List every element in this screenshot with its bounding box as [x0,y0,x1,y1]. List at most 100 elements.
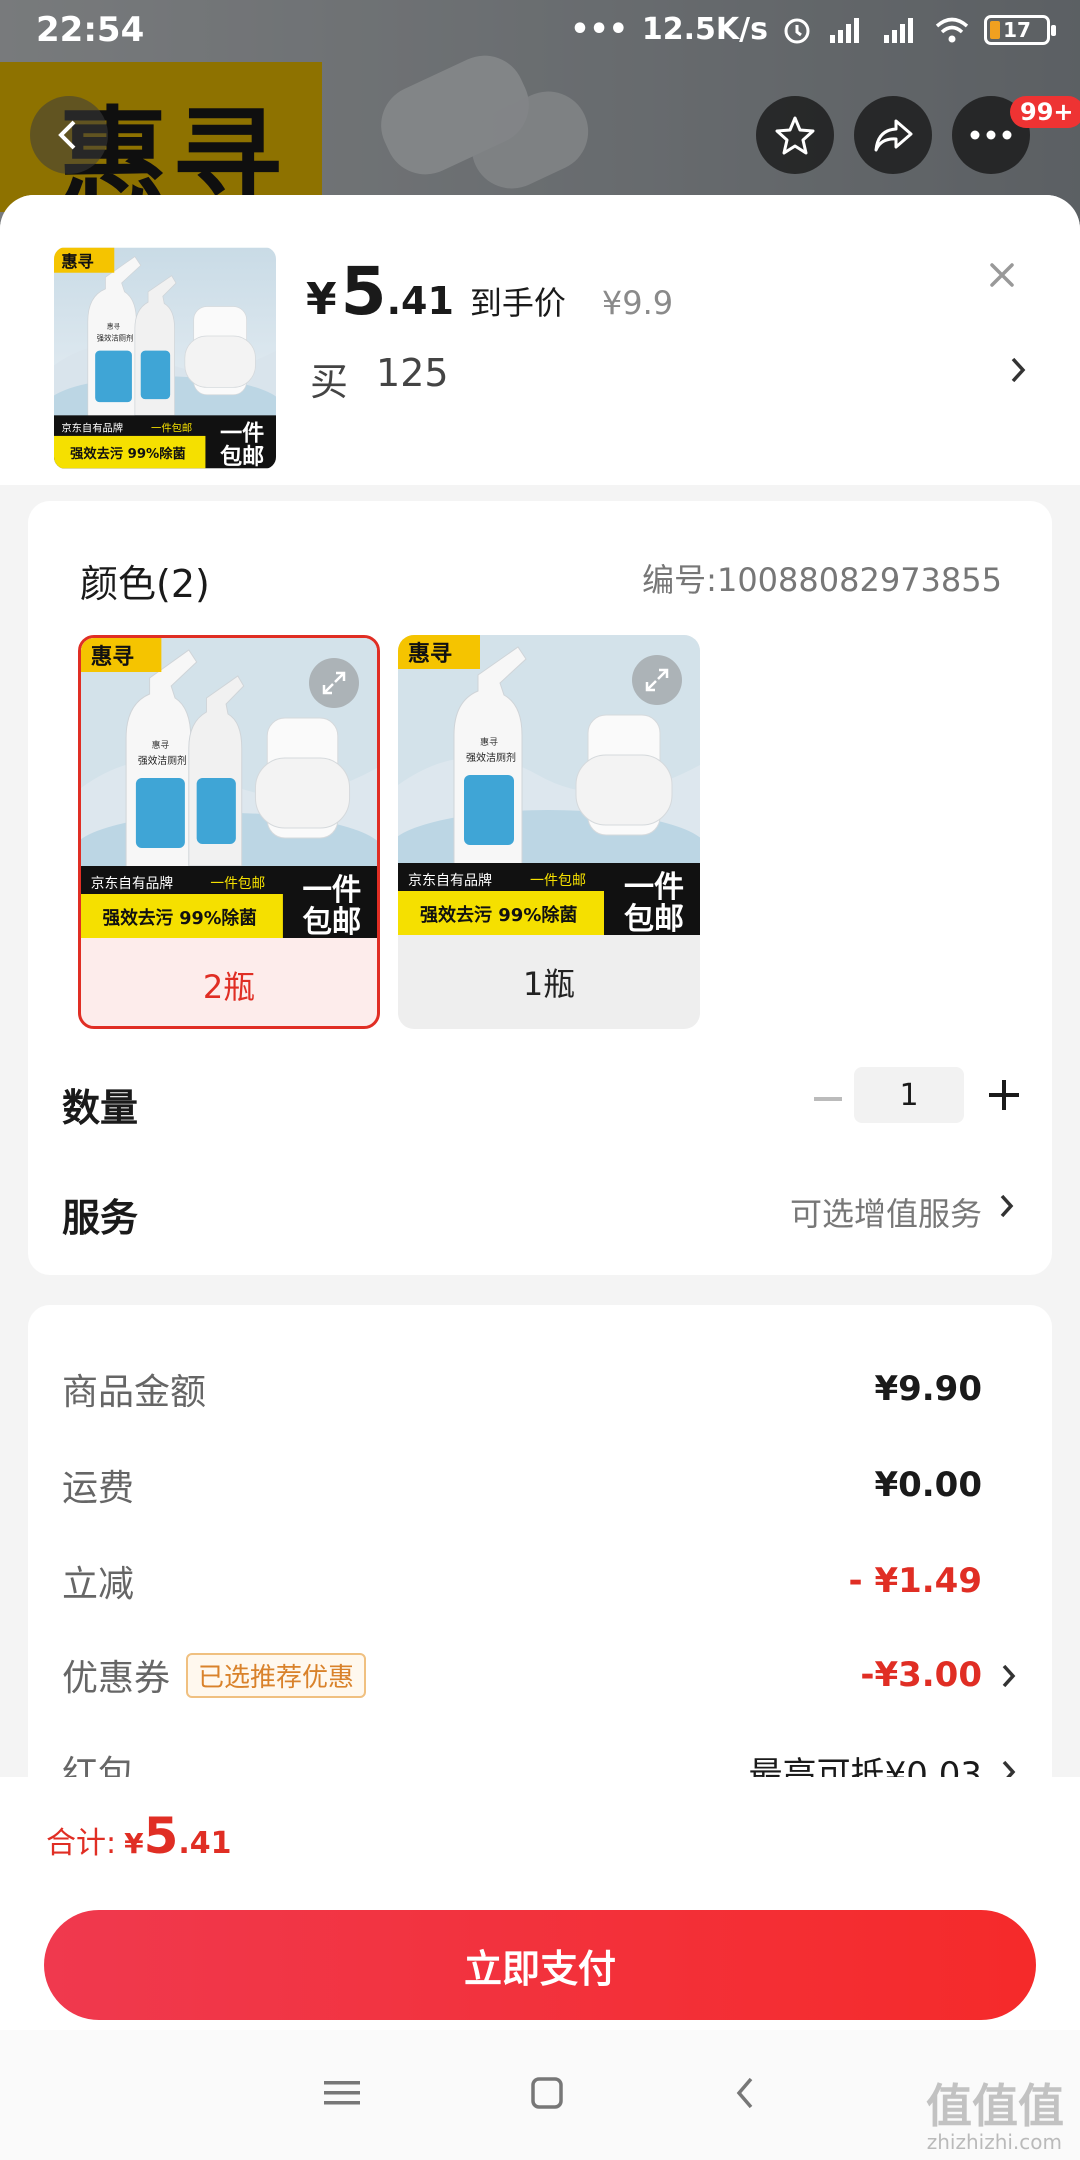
battery-icon: 17 [984,14,1056,45]
watermark: 值值值 [926,2079,1064,2133]
product-image-text: 强效洁厕剂 [138,754,187,767]
variant-label: 1瓶 [522,965,576,1003]
product-image-text: 京东自有品牌 [91,875,173,892]
notification-badge: 99+ [1010,96,1080,128]
buy-label: 买 [310,360,349,404]
product-image-brand: 惠寻 [408,642,452,667]
status-bar: 22:54 ••• 12.5K/s 17 [0,0,1080,64]
status-time: 22:54 [36,10,145,50]
service-label: 服务 [62,1196,139,1240]
total-currency: ¥ [124,1827,144,1860]
system-nav-bar [0,2030,1080,2160]
items-amount-value: ¥9.90 [874,1369,982,1409]
favorite-button[interactable] [756,96,834,174]
chevron-left-icon [58,120,76,150]
buy-row[interactable]: 买 125 [310,351,449,406]
product-image-text: 京东自有品牌 [408,872,492,889]
expand-icon[interactable] [632,655,682,705]
variant-card: 颜色(2) 编号:10088082973855 惠寻 强效洁厕剂 惠寻 京东自有… [28,501,1052,1275]
close-icon [990,263,1014,287]
product-image-text: 一件 [303,873,362,908]
instant-discount-label: 立减 [62,1564,135,1605]
product-image-text: 强效去污 99%除菌 [103,907,257,929]
product-image-brand: 惠寻 [91,645,134,670]
coupon-row[interactable]: 优惠券 已选推荐优惠 -¥3.00 [62,1645,982,1705]
total-label: 合计: [46,1826,117,1861]
final-price-label: 到手价 [469,284,566,322]
close-button[interactable] [978,251,1026,299]
product-thumbnail[interactable]: 惠寻 强效洁厕剂 惠寻 京东自有品牌 一件包邮 强效去污 99%除菌 一件 包邮 [54,247,276,469]
original-price: ¥9.9 [601,284,674,322]
signal-icon [826,15,866,45]
product-image-text: 强效洁厕剂 [466,751,516,764]
back-button[interactable] [30,96,108,174]
product-image-text: 惠寻 [152,739,170,751]
battery-level: 17 [1003,17,1031,42]
expand-icon[interactable] [309,658,359,708]
buy-count: 125 [376,351,449,395]
signal-icon [880,15,920,45]
plus-icon [989,1080,1019,1110]
items-amount-label: 商品金额 [62,1372,207,1413]
share-button[interactable] [854,96,932,174]
product-image-text: 一件包邮 [530,873,586,889]
service-value[interactable]: 可选增值服务 [790,1189,982,1235]
home-icon[interactable] [530,2076,564,2114]
alarm-icon [782,15,812,45]
menu-icon[interactable] [324,2078,360,2112]
quantity-increase-button[interactable] [974,1067,1034,1123]
status-icons: ••• 12.5K/s 17 [570,12,1056,47]
shipping-row: 运费 ¥0.00 [62,1455,982,1515]
quantity-label: 数量 [62,1086,139,1130]
star-icon [775,116,815,155]
coupon-tag: 已选推荐优惠 [186,1652,367,1698]
pay-now-button[interactable]: 立即支付 [44,1910,1036,2020]
product-image-text: 惠寻 [107,322,121,331]
variant-option-1-bottle[interactable]: 惠寻 强效洁厕剂 惠寻 京东自有品牌 一件包邮 强效去污 99%除菌 一件 包邮… [398,635,700,1029]
instant-discount-value: - ¥1.49 [848,1561,983,1601]
product-image-text: 一件包邮 [210,876,265,892]
instant-discount-row: 立减 - ¥1.49 [62,1551,982,1611]
total-price: 合计: ¥ 5 .41 [46,1807,232,1865]
quantity-input[interactable]: 1 [854,1067,964,1123]
sheet-header: 惠寻 强效洁厕剂 惠寻 京东自有品牌 一件包邮 强效去污 99%除菌 一件 包邮… [0,195,1080,485]
variant-label: 2瓶 [202,968,256,1006]
back-nav-icon[interactable] [734,2075,756,2115]
more-dots-icon [970,130,1012,140]
chevron-right-icon[interactable] [998,1191,1016,1225]
product-image-text: 强效去污 99%除菌 [420,904,577,926]
product-image-text: 强效洁厕剂 [97,333,134,342]
watermark-url: zhizhizhi.com [926,2130,1062,2154]
product-image-text: 京东自有品牌 [61,422,123,435]
chevron-right-icon[interactable] [1000,1661,1018,1695]
checkout-footer: 合计: ¥ 5 .41 立即支付 [0,1777,1080,2030]
product-image-text: 包邮 [220,444,264,469]
product-image-text: 强效去污 99%除菌 [70,445,186,462]
price-decimal: .41 [386,279,454,323]
items-amount-row: 商品金额 ¥9.90 [62,1359,982,1419]
network-speed: 12.5K/s [641,12,768,47]
product-image-text: 一件 [624,870,684,905]
product-image-brand: 惠寻 [61,252,93,271]
product-image-text: 一件 [220,421,264,446]
shipping-value: ¥0.00 [874,1465,982,1505]
coupon-value: -¥3.00 [860,1655,982,1695]
quantity-decrease-button[interactable] [798,1071,858,1127]
chevron-right-icon[interactable] [1008,353,1028,391]
coupon-label: 优惠券 [62,1658,171,1699]
share-icon [874,119,913,152]
color-title: 颜色(2) [80,562,210,606]
sku-number: 编号:10088082973855 [642,561,1002,599]
minus-icon [814,1097,842,1101]
total-decimal: .41 [178,1826,232,1861]
product-image-text: 包邮 [303,905,362,938]
currency-symbol: ¥ [306,274,337,325]
product-image-text: 一件包邮 [151,422,192,435]
product-image-text: 惠寻 [480,736,498,748]
wifi-icon [934,15,970,45]
variant-option-2-bottles[interactable]: 惠寻 强效洁厕剂 惠寻 京东自有品牌 一件包邮 强效去污 99%除菌 一件 包邮… [78,635,380,1029]
product-image-text: 包邮 [624,902,684,935]
dots-icon: ••• [570,12,628,47]
price-row: ¥ 5 .41 到手价 ¥9.9 [306,253,673,330]
total-integer: 5 [143,1807,179,1865]
